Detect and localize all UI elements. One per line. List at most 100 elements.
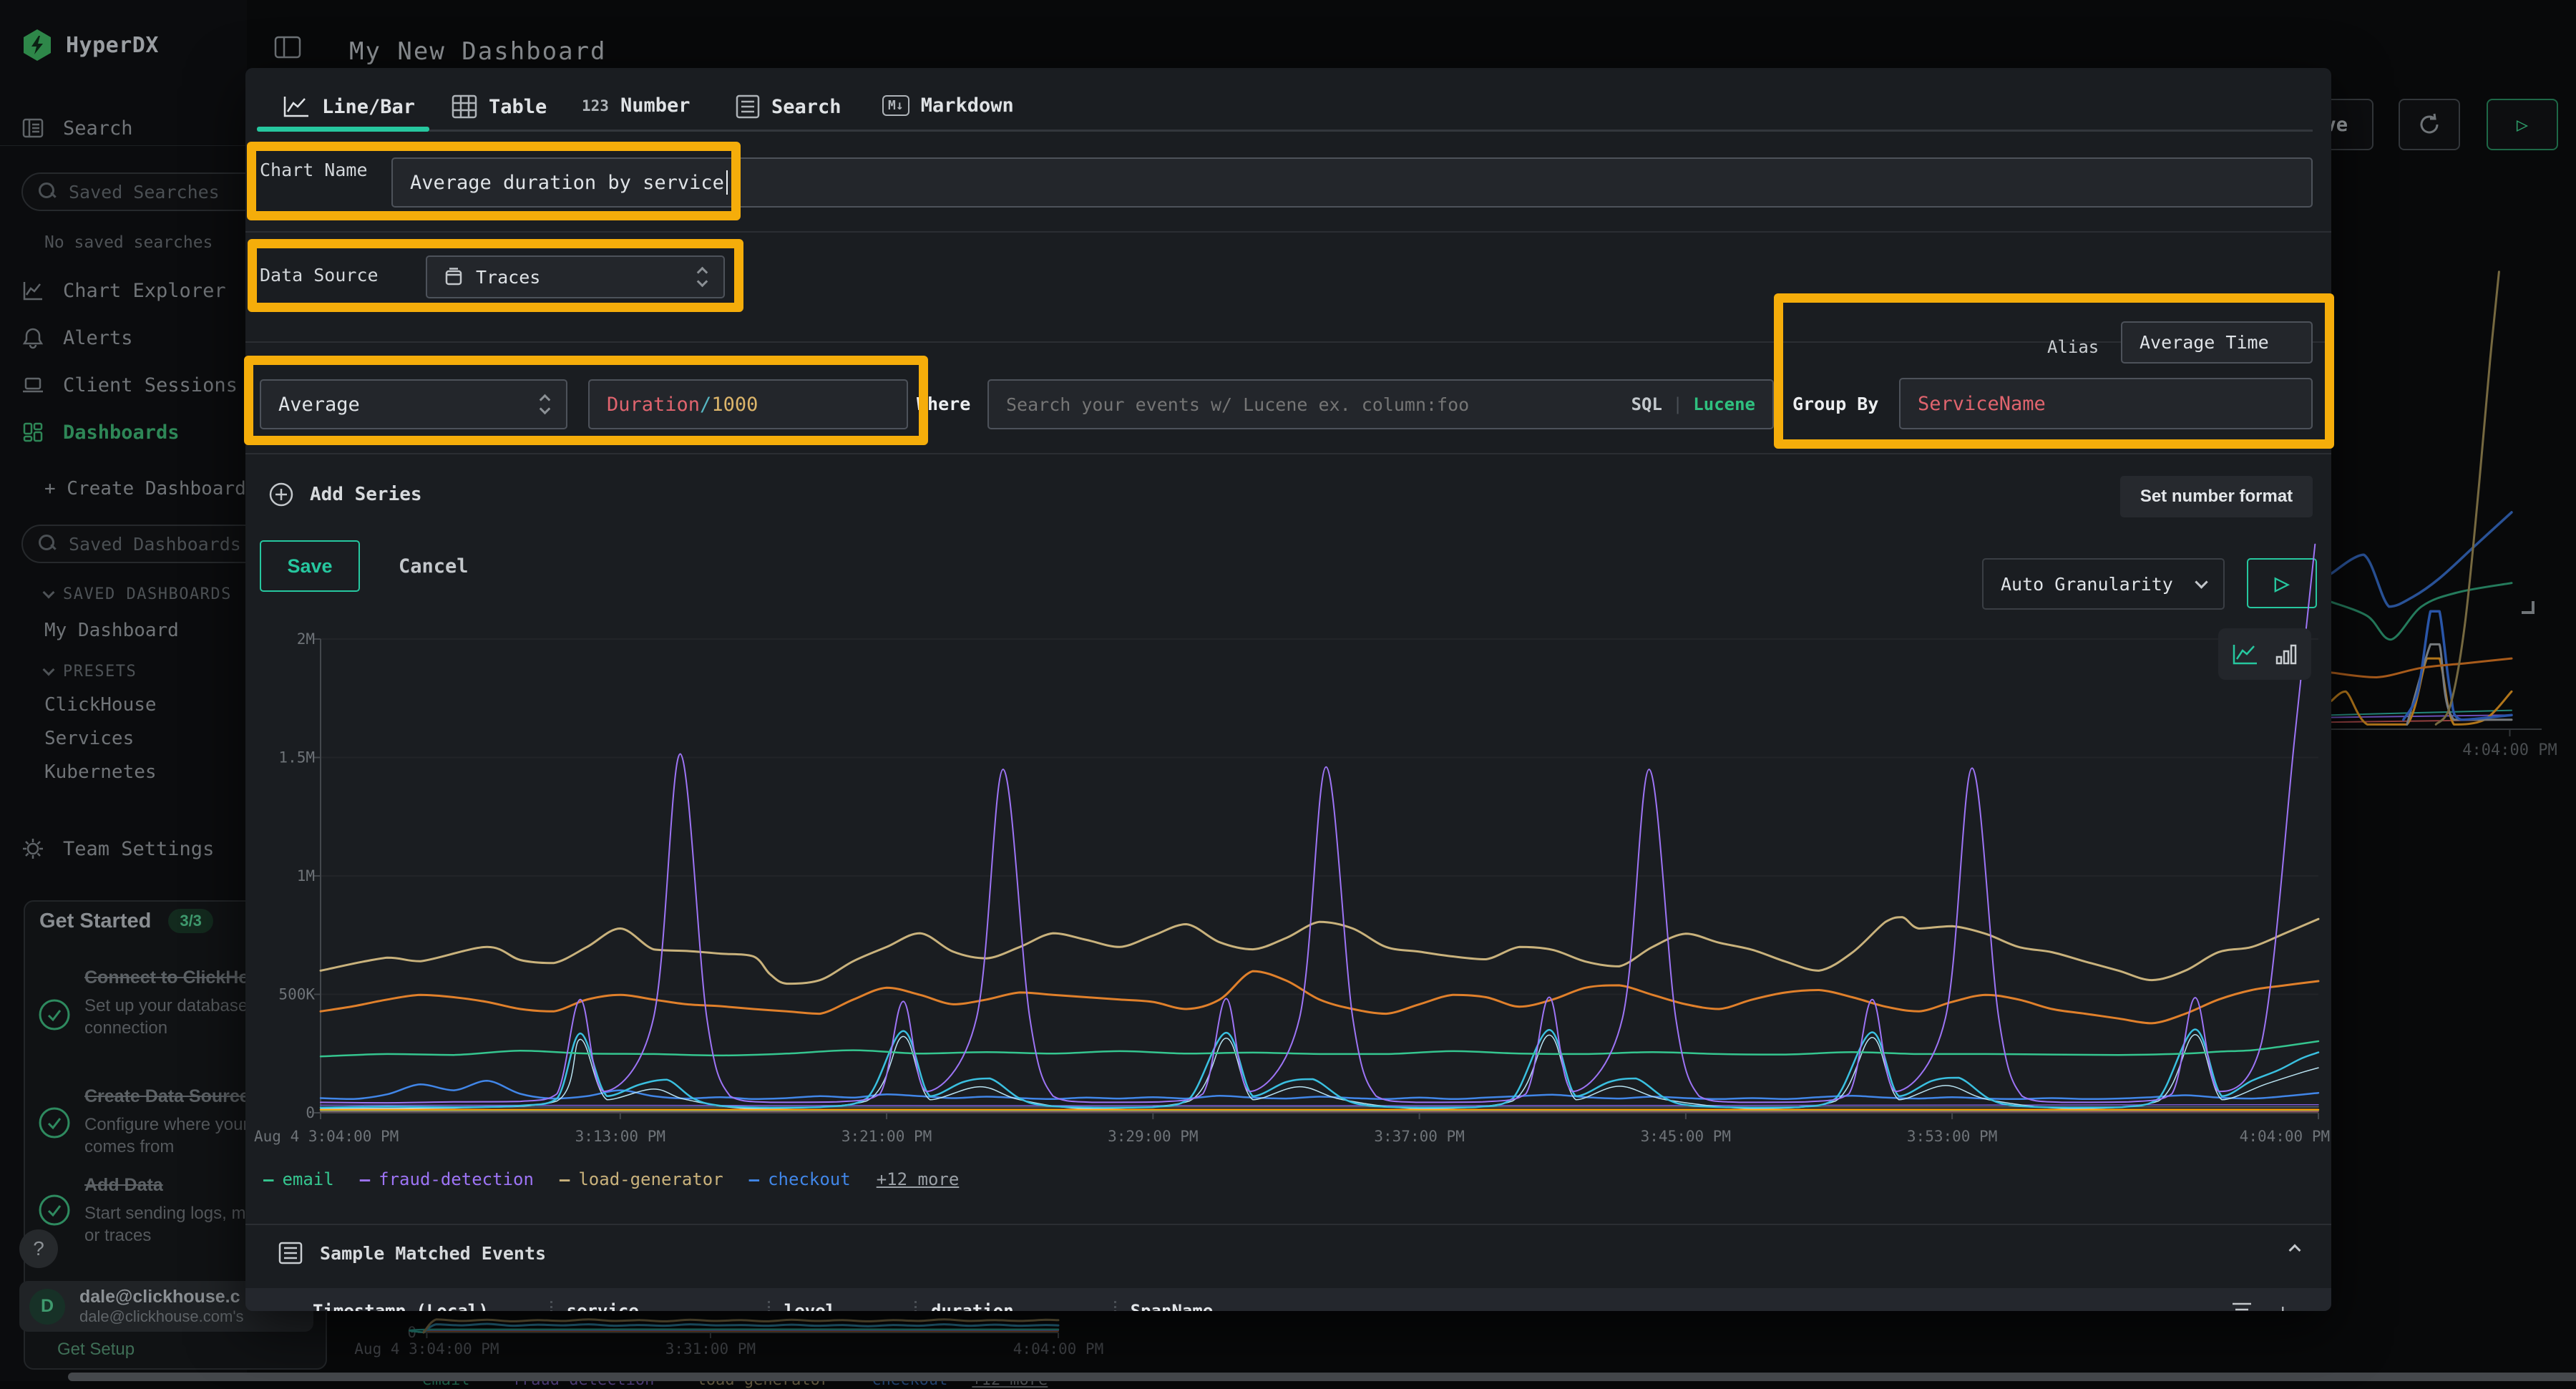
section-label: PRESETS: [63, 663, 137, 681]
aggregation-select[interactable]: Average: [260, 379, 567, 429]
svg-text:1M: 1M: [297, 867, 315, 884]
line-chart[interactable]: 0500K1M1.5M2MAug 4 3:04:00 PM3:13:00 PM3…: [250, 544, 2331, 1163]
svg-text:4:04:00 PM: 4:04:00 PM: [2462, 741, 2557, 759]
sidebar-item-label: Dashboards: [63, 421, 180, 444]
sidebar-item-search[interactable]: Search: [21, 117, 133, 140]
legend-item[interactable]: —email: [263, 1169, 334, 1189]
column-header[interactable]: service: [567, 1301, 639, 1311]
user-email: dale@clickhouse.c: [79, 1287, 244, 1307]
tab-search[interactable]: Search: [736, 94, 841, 119]
get-started-title: Get Started: [39, 910, 151, 933]
alias-input[interactable]: Average Time: [2121, 321, 2313, 364]
sidebar-item-alerts[interactable]: Alerts: [21, 326, 133, 349]
hyperdx-logo-icon: [21, 29, 53, 62]
get-started-progress-badge: 3/3: [168, 909, 213, 933]
section-presets[interactable]: PRESETS: [44, 663, 137, 681]
bar-chart-toggle-icon[interactable]: [2275, 643, 2298, 666]
sidebar-item-label: Chart Explorer: [63, 280, 226, 302]
markdown-icon: M↓: [882, 95, 909, 116]
svg-text:0: 0: [306, 1104, 315, 1121]
app-logo[interactable]: HyperDX: [21, 29, 159, 62]
sidebar-item-dashboards[interactable]: Dashboards: [21, 421, 180, 444]
select-chevrons-icon: [541, 396, 549, 413]
svg-text:3:13:00 PM: 3:13:00 PM: [575, 1128, 665, 1145]
column-resize-handle[interactable]: [1114, 1301, 1116, 1311]
line-chart-icon: [282, 94, 311, 119]
saved-dashboard-my-dashboard[interactable]: My Dashboard: [44, 620, 179, 641]
where-label: Where: [917, 394, 970, 414]
where-search-input[interactable]: SQL | Lucene: [987, 379, 1774, 429]
search-doc-icon: [21, 117, 44, 140]
dashboard-run-button[interactable]: ▷: [2487, 99, 2558, 150]
download-icon[interactable]: ↓: [2277, 1300, 2288, 1311]
svg-text:0: 0: [407, 1324, 416, 1341]
tab-line-bar[interactable]: Line/Bar: [282, 94, 415, 119]
legend-item[interactable]: —load-generator: [560, 1169, 723, 1189]
create-dashboard-button[interactable]: + Create Dashboard: [44, 478, 246, 499]
chart-line-icon: [21, 279, 44, 302]
chart-name-input[interactable]: Average duration by service: [391, 157, 2313, 208]
preset-clickhouse[interactable]: ClickHouse: [44, 694, 157, 716]
legend-item[interactable]: —checkout: [749, 1169, 851, 1189]
section-saved-dashboards[interactable]: SAVED DASHBOARDS: [44, 585, 232, 603]
svg-text:500K: 500K: [278, 986, 315, 1003]
group-by-input[interactable]: ServiceName: [1899, 378, 2313, 429]
check-circle-icon: [38, 998, 71, 1031]
svg-text:3:21:00 PM: 3:21:00 PM: [841, 1128, 932, 1145]
column-resize-handle[interactable]: [550, 1301, 552, 1311]
sidebar-item-label: Team Settings: [63, 838, 214, 860]
sidebar-item-label: Client Sessions: [63, 374, 238, 396]
data-source-select[interactable]: Traces: [426, 255, 725, 298]
field-expression-input[interactable]: Duration/1000: [588, 379, 908, 429]
filter-icon[interactable]: [2231, 1300, 2253, 1311]
legend-more-link[interactable]: +12 more: [877, 1169, 960, 1189]
number-123-icon: 123: [582, 97, 609, 114]
line-chart-toggle-icon[interactable]: [2232, 643, 2259, 666]
column-header[interactable]: level: [784, 1301, 836, 1311]
add-series-button[interactable]: Add Series: [268, 482, 422, 507]
chart-legend[interactable]: —email —fraud-detection —load-generator —ch…: [263, 1169, 959, 1189]
preset-kubernetes[interactable]: Kubernetes: [44, 761, 157, 783]
horizontal-scrollbar[interactable]: [68, 1373, 2576, 1381]
column-resize-handle[interactable]: [768, 1301, 770, 1311]
gear-icon: [21, 837, 44, 860]
list-icon: [736, 94, 760, 119]
sidebar-item-label: Alerts: [63, 327, 133, 349]
tab-markdown[interactable]: M↓ Markdown: [882, 94, 1014, 117]
column-header[interactable]: SpanName: [1131, 1301, 1214, 1311]
resize-handle-icon[interactable]: [2522, 601, 2534, 614]
set-number-format-button[interactable]: Set number format: [2120, 476, 2313, 517]
sidebar-item-client-sessions[interactable]: Client Sessions: [21, 374, 238, 396]
check-circle-icon: [38, 1194, 71, 1227]
sidebar-item-team-settings[interactable]: Team Settings: [21, 837, 214, 860]
column-header[interactable]: Timestamp (Local): [313, 1301, 489, 1311]
tab-number[interactable]: 123 Number: [582, 94, 690, 117]
get-setup-link[interactable]: Get Setup: [57, 1340, 135, 1360]
collapse-section-icon[interactable]: [2289, 1244, 2301, 1257]
refresh-button[interactable]: [2399, 99, 2460, 150]
preset-services[interactable]: Services: [44, 728, 134, 749]
sidebar-divider: [0, 145, 247, 146]
row-divider: [245, 341, 2331, 343]
background-chart-right: 4:04:00 PM: [2331, 236, 2576, 766]
chart-type-toggle[interactable]: [2218, 628, 2311, 680]
column-header[interactable]: duration: [931, 1301, 1014, 1311]
svg-text:3:29:00 PM: 3:29:00 PM: [1108, 1128, 1198, 1145]
refresh-icon: [2416, 112, 2442, 137]
sidebar-item-chart-explorer[interactable]: Chart Explorer: [21, 279, 226, 302]
plus-circle-icon: [268, 482, 294, 507]
app-name: HyperDX: [66, 33, 159, 58]
sidebar-collapse-icon[interactable]: [274, 36, 301, 59]
sql-mode-toggle[interactable]: SQL | Lucene: [1631, 394, 1755, 414]
column-resize-handle[interactable]: [914, 1301, 917, 1311]
chart-name-label: Chart Name: [260, 160, 368, 180]
no-saved-searches-note: No saved searches: [44, 233, 213, 252]
where-search-field[interactable]: [1006, 394, 1631, 415]
help-button[interactable]: ?: [19, 1229, 58, 1268]
legend-item[interactable]: —fraud-detection: [360, 1169, 534, 1189]
alias-label: Alias: [2047, 337, 2099, 357]
tab-table[interactable]: Table: [452, 94, 547, 119]
sample-events-header[interactable]: Sample Matched Events: [278, 1242, 546, 1264]
lucene-mode[interactable]: Lucene: [1693, 394, 1755, 414]
list-icon: [278, 1242, 303, 1264]
